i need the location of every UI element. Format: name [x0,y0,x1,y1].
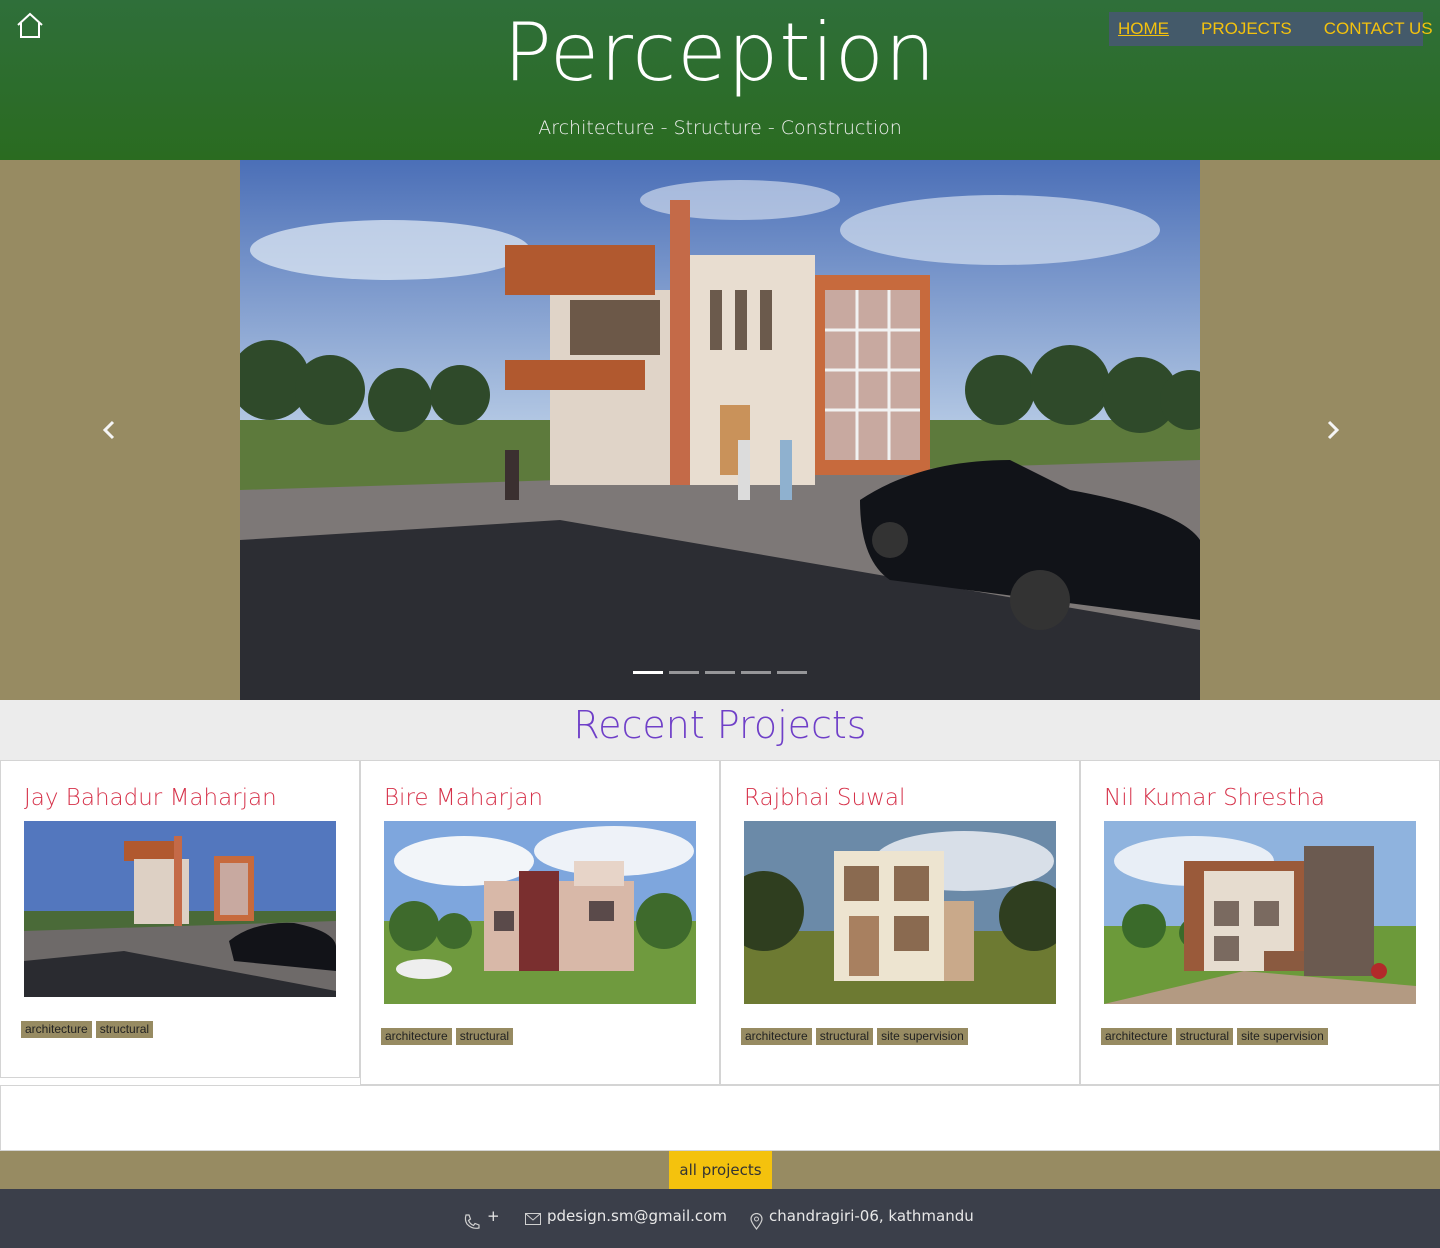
tag[interactable]: structural [95,1021,154,1038]
tag[interactable]: structural [815,1028,874,1045]
carousel-slide-image [240,160,1200,700]
project-tags: architecture structural [381,1028,514,1045]
main-nav: HOME PROJECTS CONTACT US [1109,12,1433,46]
mail-icon [525,1213,541,1225]
project-card: Jay Bahadur Maharjan architecture struct… [0,760,360,1078]
carousel-indicator[interactable] [705,671,735,674]
email-text: pdesign.sm@gmail.com [547,1207,727,1225]
carousel-indicator[interactable] [633,671,663,674]
project-title[interactable]: Rajbhai Suwal [744,785,905,811]
tag[interactable]: architecture [381,1028,452,1045]
carousel-indicator[interactable] [777,671,807,674]
project-image[interactable] [384,821,696,1004]
project-title[interactable]: Nil Kumar Shrestha [1104,785,1325,811]
site-tagline: Architecture - Structure - Construction [538,117,902,139]
site-header: Perception Architecture - Structure - Co… [0,0,1440,160]
chevron-right-icon[interactable] [1318,416,1346,444]
footer-email[interactable]: pdesign.sm@gmail.com [525,1207,727,1225]
phone-text: + [487,1207,500,1225]
recent-projects-title: Recent Projects [573,703,867,747]
nav-projects[interactable]: PROJECTS [1201,19,1292,39]
project-tags: architecture structural [21,1021,154,1038]
tag[interactable]: site supervision [877,1028,968,1045]
project-tags: architecture structural site supervision [1101,1028,1328,1045]
carousel-indicator[interactable] [669,671,699,674]
carousel-indicator[interactable] [741,671,771,674]
footer-address[interactable]: chandragiri-06, kathmandu [750,1207,974,1230]
phone-icon [464,1214,480,1229]
tag[interactable]: site supervision [1237,1028,1328,1045]
project-card: Bire Maharjan architecture structural [360,760,720,1085]
empty-row [0,1085,1440,1151]
location-pin-icon [750,1213,763,1230]
project-card: Nil Kumar Shrestha architecture structur… [1080,760,1440,1085]
nav-home[interactable]: HOME [1118,19,1169,39]
tag[interactable]: structural [455,1028,514,1045]
all-projects-button[interactable]: all projects [669,1151,772,1189]
tag[interactable]: architecture [1101,1028,1172,1045]
nav-contact[interactable]: CONTACT US [1324,19,1433,39]
tag[interactable]: architecture [21,1021,92,1038]
project-tags: architecture structural site supervision [741,1028,968,1045]
tag[interactable]: structural [1175,1028,1234,1045]
project-image[interactable] [744,821,1056,1004]
project-card: Rajbhai Suwal architecture structural si… [720,760,1080,1085]
project-title[interactable]: Jay Bahadur Maharjan [24,785,277,811]
hero-carousel [0,160,1440,700]
project-image[interactable] [24,821,336,997]
chevron-left-icon[interactable] [96,416,124,444]
tag[interactable]: architecture [741,1028,812,1045]
project-title[interactable]: Bire Maharjan [384,785,543,811]
project-image[interactable] [1104,821,1416,1004]
address-text: chandragiri-06, kathmandu [769,1207,974,1225]
footer-phone[interactable]: + [463,1207,500,1231]
carousel-indicators [633,671,807,674]
site-footer: + pdesign.sm@gmail.com chandragiri-06, k… [0,1189,1440,1248]
